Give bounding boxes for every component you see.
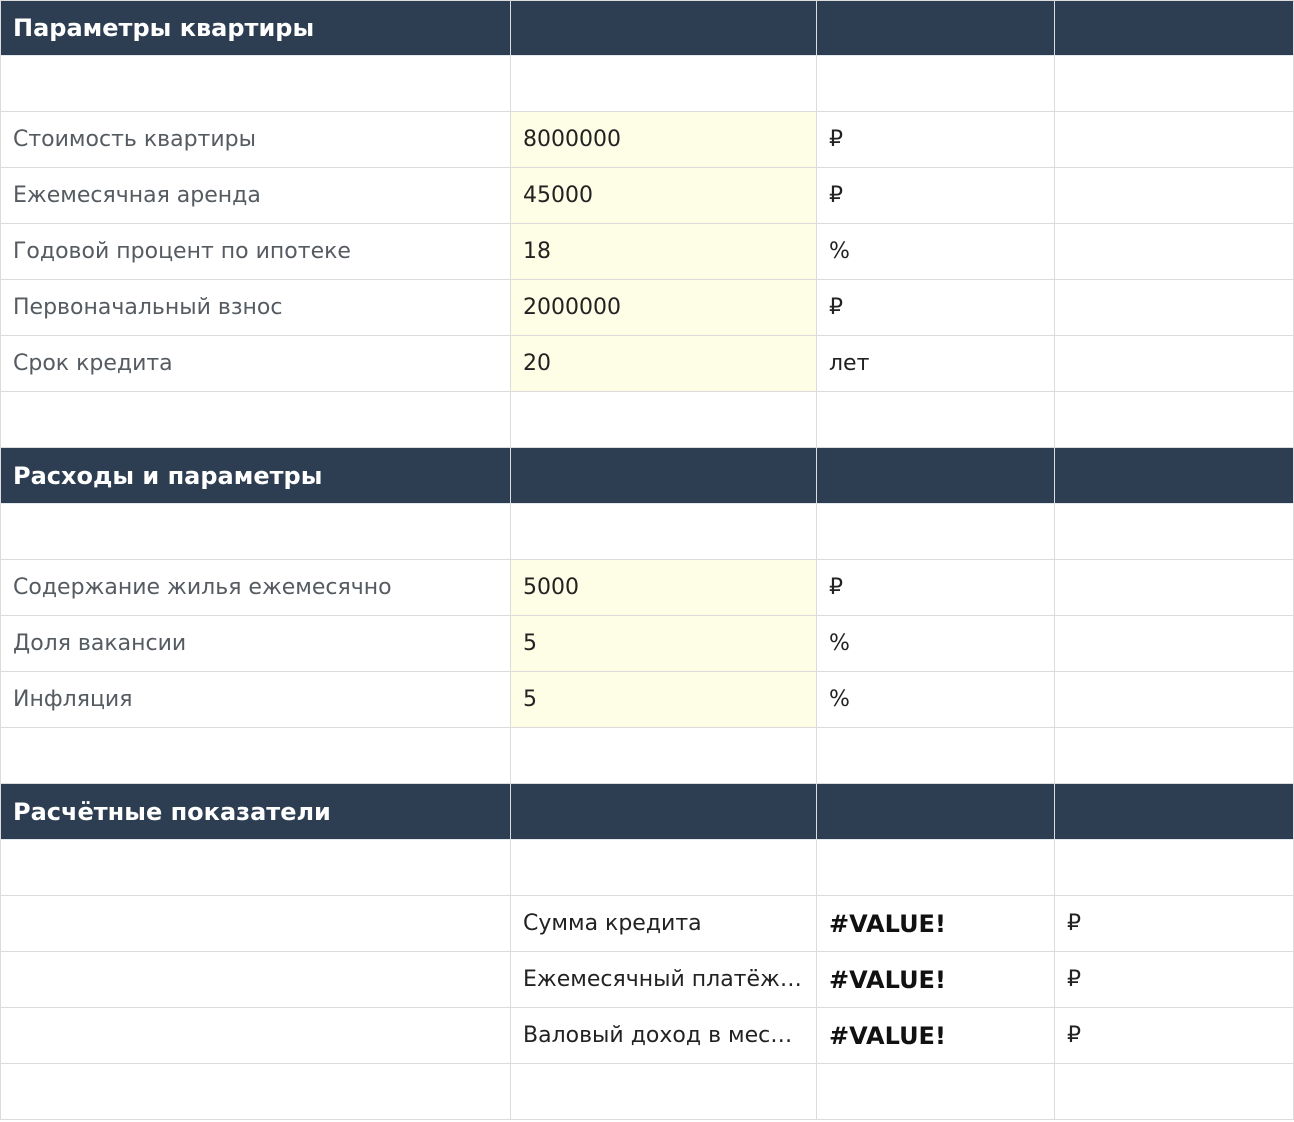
- header-cell[interactable]: [1055, 448, 1294, 504]
- empty-cell[interactable]: [0, 56, 511, 112]
- input-inflation[interactable]: 5: [511, 672, 817, 728]
- unit-cell[interactable]: ₽: [1055, 896, 1294, 952]
- input-maintenance[interactable]: 5000: [511, 560, 817, 616]
- input-vacancy[interactable]: 5: [511, 616, 817, 672]
- unit-cell[interactable]: ₽: [817, 560, 1055, 616]
- label-monthly-rent[interactable]: Ежемесячная аренда: [0, 168, 511, 224]
- empty-cell[interactable]: [511, 1064, 817, 1120]
- empty-cell[interactable]: [0, 728, 511, 784]
- unit-cell[interactable]: %: [817, 672, 1055, 728]
- empty-cell[interactable]: [511, 728, 817, 784]
- empty-cell[interactable]: [1055, 840, 1294, 896]
- unit-cell[interactable]: %: [817, 224, 1055, 280]
- empty-cell[interactable]: [1055, 224, 1294, 280]
- empty-cell[interactable]: [1055, 616, 1294, 672]
- unit-cell[interactable]: лет: [817, 336, 1055, 392]
- unit-cell[interactable]: ₽: [1055, 1008, 1294, 1064]
- section-header-calculated[interactable]: Расчётные показатели: [0, 784, 511, 840]
- header-cell[interactable]: [817, 784, 1055, 840]
- input-loan-term[interactable]: 20: [511, 336, 817, 392]
- calc-label-gross-income[interactable]: Валовый доход в мес…: [511, 1008, 817, 1064]
- empty-cell[interactable]: [1055, 672, 1294, 728]
- calc-value-gross-income[interactable]: #VALUE!: [817, 1008, 1055, 1064]
- empty-cell[interactable]: [0, 1008, 511, 1064]
- input-monthly-rent[interactable]: 45000: [511, 168, 817, 224]
- header-cell[interactable]: [511, 784, 817, 840]
- header-cell[interactable]: [817, 0, 1055, 56]
- unit-cell[interactable]: ₽: [1055, 952, 1294, 1008]
- empty-cell[interactable]: [1055, 280, 1294, 336]
- label-mortgage-rate[interactable]: Годовой процент по ипотеке: [0, 224, 511, 280]
- unit-cell[interactable]: %: [817, 616, 1055, 672]
- empty-cell[interactable]: [817, 840, 1055, 896]
- label-down-payment[interactable]: Первоначальный взнос: [0, 280, 511, 336]
- unit-cell[interactable]: ₽: [817, 112, 1055, 168]
- input-down-payment[interactable]: 2000000: [511, 280, 817, 336]
- empty-cell[interactable]: [511, 392, 817, 448]
- empty-cell[interactable]: [817, 56, 1055, 112]
- empty-cell[interactable]: [1055, 392, 1294, 448]
- calc-value-monthly-payment[interactable]: #VALUE!: [817, 952, 1055, 1008]
- label-apartment-cost[interactable]: Стоимость квартиры: [0, 112, 511, 168]
- empty-cell[interactable]: [0, 896, 511, 952]
- empty-cell[interactable]: [817, 504, 1055, 560]
- empty-cell[interactable]: [1055, 336, 1294, 392]
- calc-label-monthly-payment[interactable]: Ежемесячный платёж…: [511, 952, 817, 1008]
- calc-label-text: Ежемесячный платёж…: [523, 967, 802, 992]
- calc-value-loan-amount[interactable]: #VALUE!: [817, 896, 1055, 952]
- header-cell[interactable]: [1055, 784, 1294, 840]
- empty-cell[interactable]: [1055, 112, 1294, 168]
- calc-label-loan-amount[interactable]: Сумма кредита: [511, 896, 817, 952]
- empty-cell[interactable]: [0, 952, 511, 1008]
- empty-cell[interactable]: [0, 840, 511, 896]
- empty-cell[interactable]: [0, 504, 511, 560]
- label-inflation[interactable]: Инфляция: [0, 672, 511, 728]
- calc-label-text: Сумма кредита: [523, 911, 702, 936]
- header-cell[interactable]: [817, 448, 1055, 504]
- header-cell[interactable]: [511, 448, 817, 504]
- header-cell[interactable]: [1055, 0, 1294, 56]
- calc-label-text: Валовый доход в мес…: [523, 1023, 793, 1048]
- empty-cell[interactable]: [817, 1064, 1055, 1120]
- empty-cell[interactable]: [0, 1064, 511, 1120]
- empty-cell[interactable]: [511, 56, 817, 112]
- input-apartment-cost[interactable]: 8000000: [511, 112, 817, 168]
- empty-cell[interactable]: [817, 392, 1055, 448]
- empty-cell[interactable]: [1055, 560, 1294, 616]
- input-mortgage-rate[interactable]: 18: [511, 224, 817, 280]
- unit-cell[interactable]: ₽: [817, 168, 1055, 224]
- empty-cell[interactable]: [1055, 168, 1294, 224]
- empty-cell[interactable]: [1055, 1064, 1294, 1120]
- empty-cell[interactable]: [0, 392, 511, 448]
- label-loan-term[interactable]: Срок кредита: [0, 336, 511, 392]
- unit-cell[interactable]: ₽: [817, 280, 1055, 336]
- spreadsheet-grid: Параметры квартиры Стоимость квартиры 80…: [0, 0, 1294, 1122]
- label-vacancy[interactable]: Доля вакансии: [0, 616, 511, 672]
- empty-cell[interactable]: [817, 728, 1055, 784]
- empty-cell[interactable]: [1055, 728, 1294, 784]
- empty-cell[interactable]: [511, 504, 817, 560]
- section-header-apartment[interactable]: Параметры квартиры: [0, 0, 511, 56]
- empty-cell[interactable]: [1055, 504, 1294, 560]
- empty-cell[interactable]: [1055, 56, 1294, 112]
- header-cell[interactable]: [511, 0, 817, 56]
- label-maintenance[interactable]: Содержание жилья ежемесячно: [0, 560, 511, 616]
- section-header-expenses[interactable]: Расходы и параметры: [0, 448, 511, 504]
- empty-cell[interactable]: [511, 840, 817, 896]
